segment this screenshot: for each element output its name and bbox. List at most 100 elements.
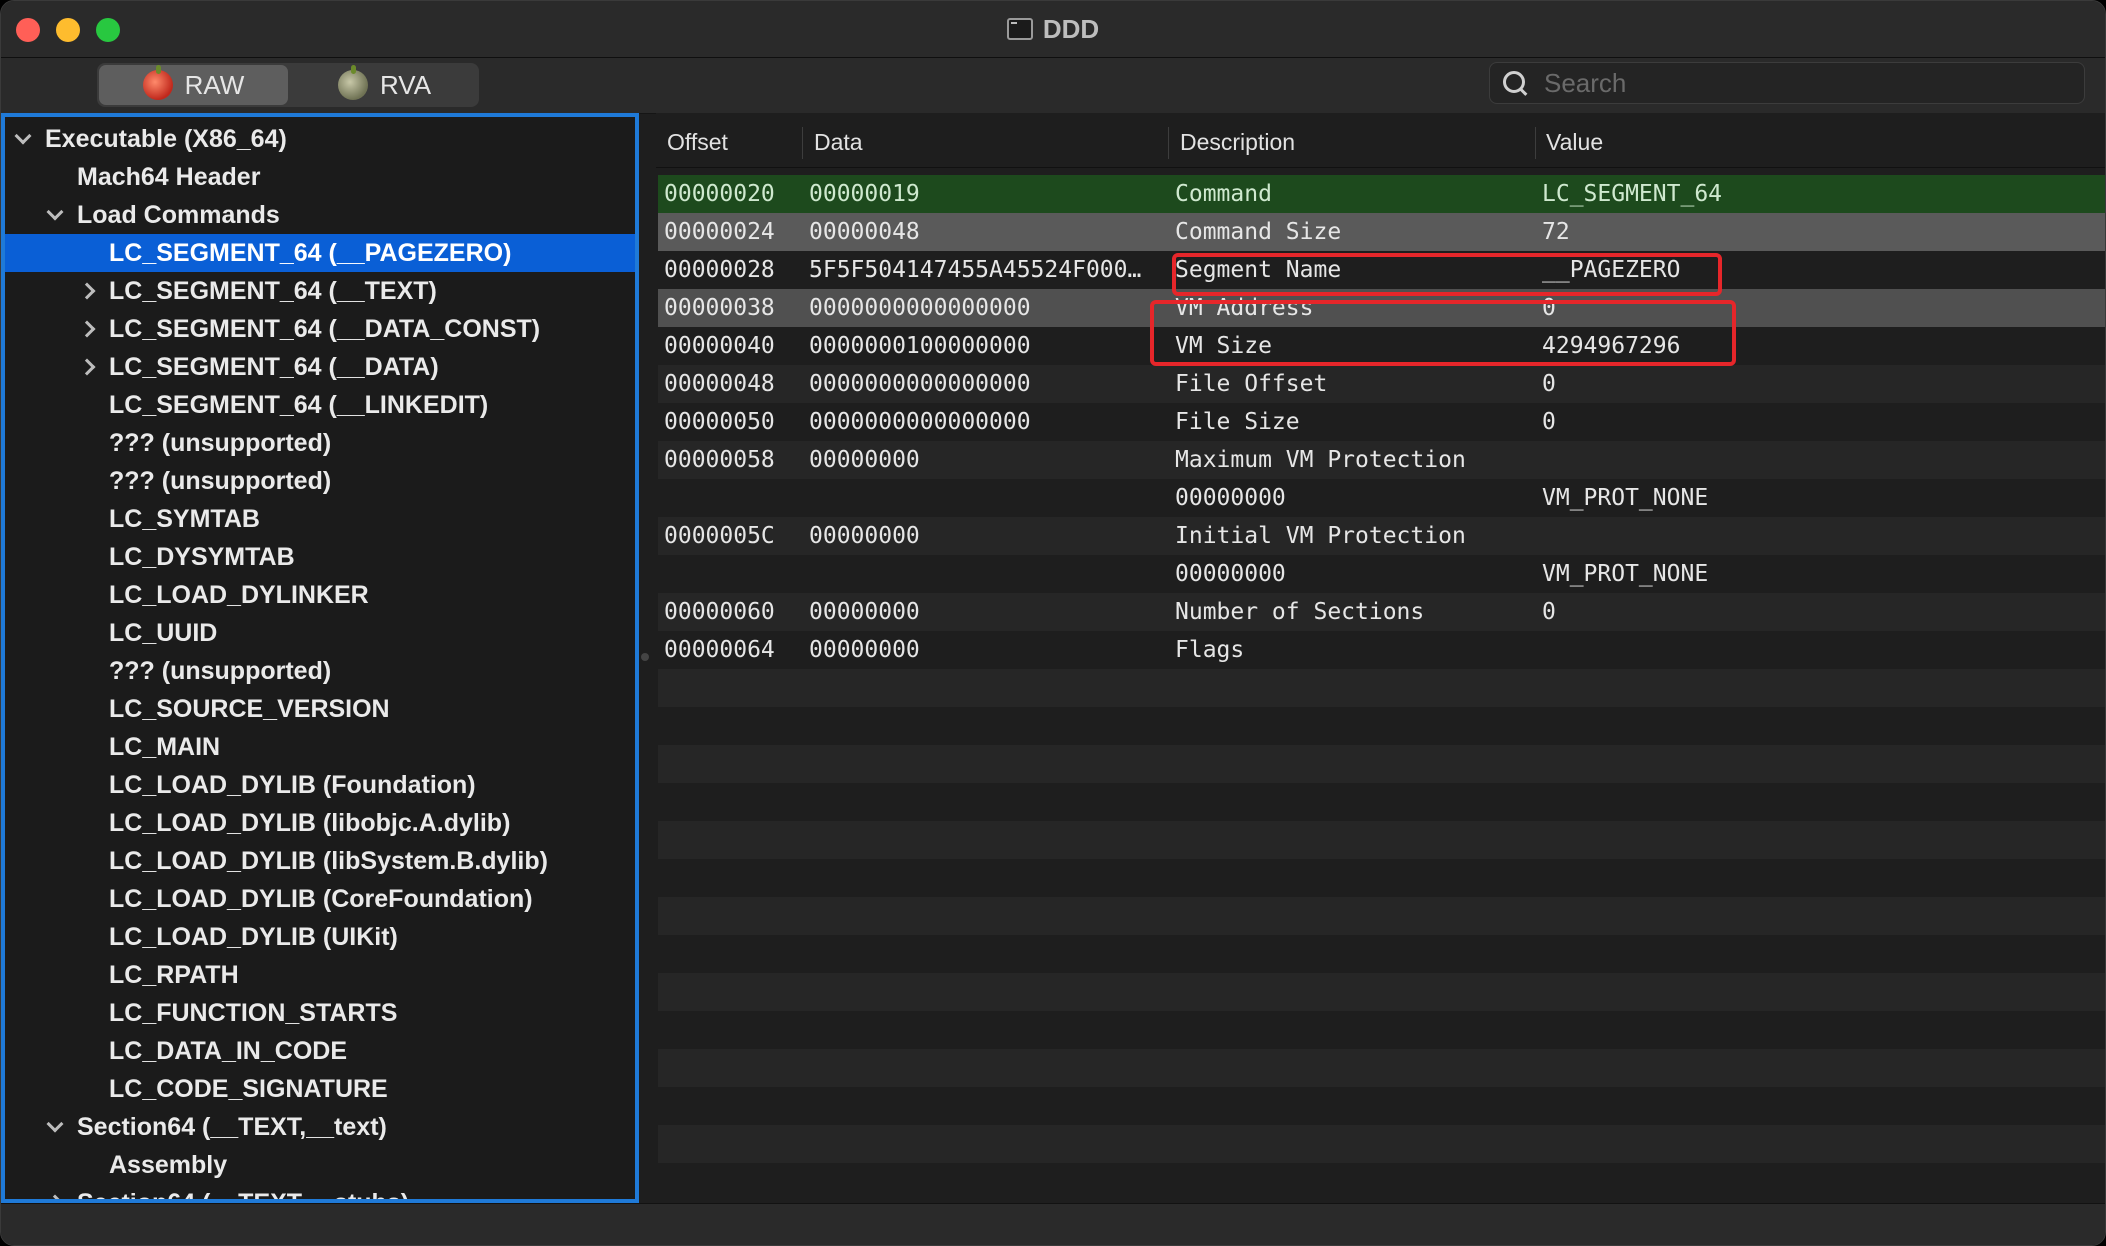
sidebar-item-label: Section64 (__TEXT,__text) (77, 1112, 387, 1141)
description-cell: Maximum VM Protection (1175, 447, 1466, 473)
empty-table-row[interactable] (658, 745, 2105, 783)
value-cell: 0 (1542, 371, 1556, 397)
empty-table-row[interactable] (658, 783, 2105, 821)
data-cell: 00000000 (809, 447, 920, 473)
table-row[interactable]: 00000000 VM_PROT_NONE (658, 479, 2105, 517)
table-row[interactable]: 00000060 00000000 Number of Sections 0 (658, 593, 2105, 631)
sidebar-tree-item[interactable]: ??? (unsupported) (5, 462, 635, 500)
sidebar-tree-item[interactable]: ??? (unsupported) (5, 652, 635, 690)
table-row[interactable]: 00000000 VM_PROT_NONE (658, 555, 2105, 593)
empty-table-row[interactable] (658, 1125, 2105, 1163)
sidebar-item-label: LC_SEGMENT_64 (__LINKEDIT) (109, 390, 489, 419)
sidebar-item-label: Mach64 Header (77, 162, 261, 191)
sidebar-tree-item[interactable]: LC_FUNCTION_STARTS (5, 994, 635, 1032)
sidebar-tree-item[interactable]: LC_LOAD_DYLIB (CoreFoundation) (5, 880, 635, 918)
sidebar-tree-item[interactable]: LC_MAIN (5, 728, 635, 766)
sidebar-tree-item[interactable]: LC_LOAD_DYLIB (Foundation) (5, 766, 635, 804)
empty-table-row[interactable] (658, 821, 2105, 859)
sidebar-tree-item[interactable]: Executable (X86_64) (5, 120, 635, 158)
chevron-down-icon[interactable] (14, 127, 32, 145)
offset-cell: 00000040 (664, 333, 775, 359)
description-cell: Initial VM Protection (1175, 523, 1466, 549)
table-row[interactable]: 00000024 00000048 Command Size 72 (658, 213, 2105, 251)
split-view-divider-handle[interactable] (641, 653, 649, 661)
chevron-down-icon[interactable] (46, 203, 64, 221)
empty-table-row[interactable] (658, 935, 2105, 973)
sidebar-tree-item[interactable]: LC_SEGMENT_64 (__TEXT) (5, 272, 635, 310)
table-row[interactable]: 00000020 00000019 Command LC_SEGMENT_64 (658, 175, 2105, 213)
empty-table-row[interactable] (658, 1163, 2105, 1201)
rva-mode-button[interactable]: RVA (290, 63, 479, 107)
column-header-value[interactable]: Value (1546, 127, 1603, 157)
offset-cell: 00000064 (664, 637, 775, 663)
sidebar-item-label: ??? (unsupported) (109, 656, 332, 685)
search-input[interactable] (1542, 66, 2066, 100)
sidebar-item-label: LC_DYSYMTAB (109, 542, 295, 571)
sidebar-tree-item[interactable]: LC_LOAD_DYLIB (libobjc.A.dylib) (5, 804, 635, 842)
sidebar-tree-item[interactable]: LC_CODE_SIGNATURE (5, 1070, 635, 1108)
sidebar-tree-item[interactable]: LC_LOAD_DYLIB (UIKit) (5, 918, 635, 956)
chevron-down-icon[interactable] (46, 1115, 64, 1133)
chevron-right-icon[interactable] (78, 282, 96, 300)
sidebar-tree-item[interactable]: LC_DYSYMTAB (5, 538, 635, 576)
table-row[interactable]: 0000005C 00000000 Initial VM Protection (658, 517, 2105, 555)
chevron-right-icon[interactable] (78, 358, 96, 376)
empty-table-row[interactable] (658, 669, 2105, 707)
sidebar-item-label: LC_SEGMENT_64 (__TEXT) (109, 276, 437, 305)
column-header-data[interactable]: Data (814, 127, 863, 157)
sidebar-item-label: LC_DATA_IN_CODE (109, 1036, 347, 1065)
value-cell: VM_PROT_NONE (1542, 485, 1709, 511)
data-cell: 0000000000000000 (809, 371, 1031, 397)
table-row[interactable]: 00000050 0000000000000000 File Size 0 (658, 403, 2105, 441)
empty-table-row[interactable] (658, 859, 2105, 897)
sidebar-tree-item[interactable]: Assembly (5, 1146, 635, 1184)
sidebar-tree-item[interactable]: Mach64 Header (5, 158, 635, 196)
sidebar-tree-item[interactable]: LC_SOURCE_VERSION (5, 690, 635, 728)
column-header-description[interactable]: Description (1180, 127, 1295, 157)
sidebar-tree-item[interactable]: LC_LOAD_DYLINKER (5, 576, 635, 614)
rva-mode-label: RVA (379, 69, 432, 100)
sidebar-tree-item[interactable]: LC_LOAD_DYLIB (libSystem.B.dylib) (5, 842, 635, 880)
sidebar-tree-item[interactable]: LC_SYMTAB (5, 500, 635, 538)
empty-table-row[interactable] (658, 1011, 2105, 1049)
data-cell: 0000000000000000 (809, 409, 1031, 435)
sidebar-tree-item[interactable]: LC_SEGMENT_64 (__DATA) (5, 348, 635, 386)
search-field[interactable] (1489, 62, 2085, 104)
sidebar-tree-item[interactable]: ??? (unsupported) (5, 424, 635, 462)
table-row[interactable]: 00000058 00000000 Maximum VM Protection (658, 441, 2105, 479)
chevron-right-icon[interactable] (46, 1194, 64, 1199)
data-cell: 00000019 (809, 181, 920, 207)
segment-name-highlight-box (1172, 253, 1722, 296)
vm-range-highlight-box (1150, 300, 1736, 366)
empty-table-row[interactable] (658, 973, 2105, 1011)
raw-mode-button[interactable]: RAW (99, 65, 288, 105)
title-bar: DDD (1, 1, 2105, 58)
sidebar-tree-item[interactable]: LC_SEGMENT_64 (__LINKEDIT) (5, 386, 635, 424)
sidebar-item-label: LC_SEGMENT_64 (__PAGEZERO) (109, 238, 512, 267)
sidebar-tree-item[interactable]: Section64 (__TEXT,__text) (5, 1108, 635, 1146)
column-header-offset[interactable]: Offset (667, 127, 728, 157)
chevron-right-icon[interactable] (78, 320, 96, 338)
sidebar-tree-item[interactable]: Section64 (__TEXT,__stubs) (5, 1184, 635, 1199)
sidebar-tree-item[interactable]: LC_SEGMENT_64 (__PAGEZERO) (5, 234, 635, 272)
table-row[interactable]: 00000048 0000000000000000 File Offset 0 (658, 365, 2105, 403)
sidebar-item-label: LC_LOAD_DYLIB (Foundation) (109, 770, 476, 799)
structure-tree-sidebar[interactable]: Executable (X86_64) Mach64 Header Load Com… (1, 113, 639, 1203)
data-cell: 00000048 (809, 219, 920, 245)
gray-apple-icon (337, 65, 368, 100)
empty-table-row[interactable] (658, 897, 2105, 935)
value-cell: 0 (1542, 409, 1556, 435)
sidebar-tree-item[interactable]: LC_RPATH (5, 956, 635, 994)
empty-table-row[interactable] (658, 1049, 2105, 1087)
sidebar-tree-item[interactable]: Load Commands (5, 196, 635, 234)
empty-table-row[interactable] (658, 707, 2105, 745)
data-cell: 0000000100000000 (809, 333, 1031, 359)
empty-table-row[interactable] (658, 1087, 2105, 1125)
sidebar-tree-item[interactable]: LC_UUID (5, 614, 635, 652)
sidebar-tree-item[interactable]: LC_DATA_IN_CODE (5, 1032, 635, 1070)
sidebar-tree-item[interactable]: LC_SEGMENT_64 (__DATA_CONST) (5, 310, 635, 348)
offset-cell: 00000058 (664, 447, 775, 473)
sidebar-item-label: LC_FUNCTION_STARTS (109, 998, 398, 1027)
sidebar-item-label: LC_SYMTAB (109, 504, 260, 533)
table-row[interactable]: 00000064 00000000 Flags (658, 631, 2105, 669)
